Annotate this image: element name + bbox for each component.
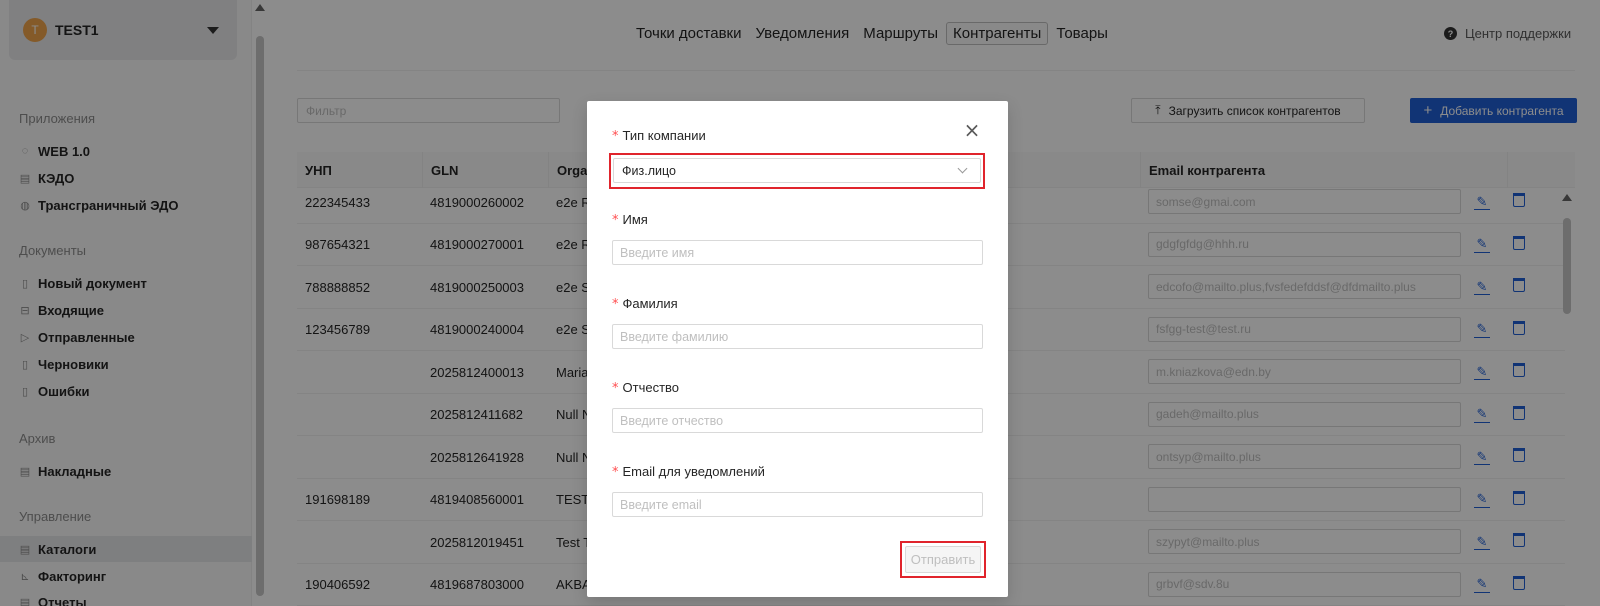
required-mark: * (612, 465, 619, 480)
email-label: * Email для уведомлений (612, 464, 765, 480)
patronymic-label: * Отчество (612, 380, 679, 396)
required-mark: * (612, 381, 619, 396)
close-icon[interactable]: × (963, 120, 981, 140)
label-text: Фамилия (622, 296, 678, 311)
required-mark: * (612, 213, 619, 228)
first-name-input[interactable] (612, 240, 983, 265)
company-type-value: Физ.лицо (622, 163, 676, 178)
highlight-box: Отправить (900, 541, 986, 578)
last-name-input[interactable] (612, 324, 983, 349)
first-name-label: * Имя (612, 212, 648, 228)
required-mark: * (612, 297, 619, 312)
company-type-label: * Тип компании (612, 128, 706, 144)
label-text: Отчество (622, 380, 680, 395)
submit-button[interactable]: Отправить (905, 546, 981, 573)
required-mark: * (612, 129, 619, 144)
patronymic-input[interactable] (612, 408, 983, 433)
label-text: Имя (622, 212, 648, 227)
chevron-down-icon (957, 163, 968, 174)
email-input[interactable] (612, 492, 983, 517)
highlight-box: Физ.лицо (609, 153, 985, 189)
add-counterparty-modal: × *Тип компании Физ.лицо *Имя *Фамилия *… (587, 101, 1008, 597)
label-text: Тип компании (622, 128, 706, 143)
label-text: Email для уведомлений (622, 464, 765, 479)
last-name-label: * Фамилия (612, 296, 678, 312)
company-type-select[interactable]: Физ.лицо (613, 158, 981, 183)
